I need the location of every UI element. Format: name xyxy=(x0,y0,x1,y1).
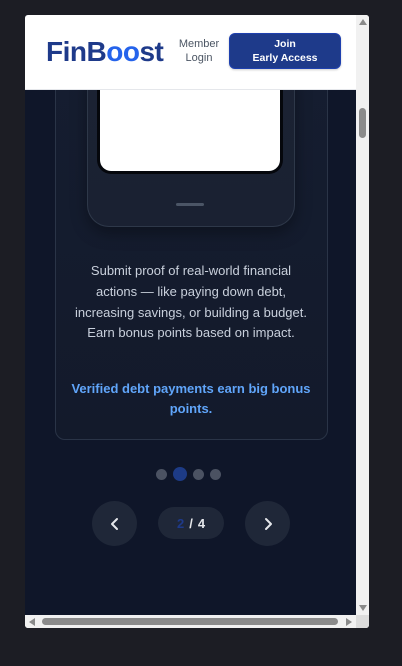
member-login-line2: Login xyxy=(185,52,213,64)
logo-text-end: st xyxy=(139,36,164,67)
carousel-dot-2[interactable] xyxy=(173,467,187,481)
finboost-logo[interactable]: FinBoost xyxy=(46,36,164,68)
carousel-next-button[interactable] xyxy=(245,501,290,546)
scrollbar-corner xyxy=(356,615,369,628)
carousel-dot-1[interactable] xyxy=(156,468,167,480)
join-line2: Early Access xyxy=(252,52,318,64)
scroll-down-arrow-icon[interactable] xyxy=(359,605,367,611)
join-line1: Join xyxy=(274,38,296,50)
phone-home-indicator xyxy=(176,203,204,206)
feature-description: Submit proof of real-world financial act… xyxy=(75,263,307,341)
carousel-dot-3[interactable] xyxy=(193,468,204,480)
horizontal-scroll-thumb[interactable] xyxy=(42,618,338,625)
vertical-scroll-thumb[interactable] xyxy=(359,108,366,138)
horizontal-scrollbar[interactable] xyxy=(25,615,356,628)
chevron-left-icon xyxy=(110,517,118,530)
browser-frame: Submit proof of real-world financial act… xyxy=(25,15,369,628)
carousel-prev-button[interactable] xyxy=(92,501,137,546)
vertical-scrollbar[interactable] xyxy=(356,15,369,615)
logo-text-start: FinB xyxy=(46,36,107,67)
carousel-dot-4[interactable] xyxy=(210,468,221,480)
phone-screen xyxy=(97,76,283,174)
member-login-line1: Member xyxy=(178,38,220,50)
carousel-counter: 2 / 4 xyxy=(158,507,224,539)
join-early-access-button[interactable]: Join Early Access xyxy=(229,33,341,69)
carousel-dots xyxy=(156,467,228,481)
scroll-left-arrow-icon[interactable] xyxy=(29,618,35,626)
carousel-current: 2 xyxy=(176,515,185,531)
phone-mockup xyxy=(87,76,295,227)
scroll-right-arrow-icon[interactable] xyxy=(346,618,352,626)
carousel-total: 4 xyxy=(197,515,206,531)
member-login-link[interactable]: Member Login xyxy=(173,37,225,65)
site-header: FinBoost Member Login Join Early Access xyxy=(25,15,356,90)
chevron-right-icon xyxy=(264,517,272,530)
page-viewport: Submit proof of real-world financial act… xyxy=(25,15,356,615)
scroll-up-arrow-icon[interactable] xyxy=(359,19,367,25)
logo-text-oo: oo xyxy=(106,36,140,67)
carousel-separator: / xyxy=(189,515,193,531)
feature-highlight: Verified debt payments earn big bonus po… xyxy=(71,381,311,416)
